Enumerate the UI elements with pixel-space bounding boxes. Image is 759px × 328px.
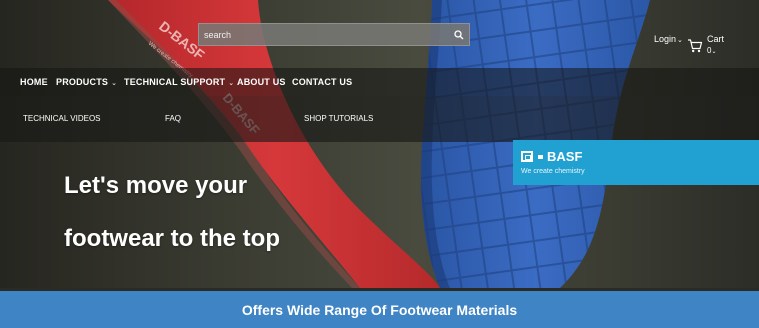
basf-dash — [538, 155, 543, 159]
cart-button[interactable]: Cart 0⌄ — [687, 33, 737, 59]
nav-contact-us[interactable]: CONTACT US — [292, 77, 352, 87]
nav-label: ABOUT US — [237, 77, 286, 87]
brand-name: BASF — [547, 149, 583, 164]
nav-label: TECHNICAL SUPPORT — [124, 77, 226, 87]
search-input[interactable] — [199, 24, 447, 45]
nav-label: CONTACT US — [292, 77, 353, 87]
nav-label: PRODUCTS — [56, 77, 109, 87]
hero-headline-line2: footwear to the top — [64, 225, 280, 252]
subnav-technical-videos[interactable]: TECHNICAL VIDEOS — [23, 114, 101, 123]
brand-tagline: We create chemistry — [521, 168, 585, 175]
hero-headline-line1: Let's move your — [64, 172, 248, 199]
basf-mark-icon — [521, 151, 533, 162]
cart-label: Cart — [707, 34, 725, 44]
search-icon[interactable] — [453, 28, 465, 40]
sub-nav: TECHNICAL VIDEOS FAQ SHOP TUTORIALS — [0, 96, 759, 142]
search-bar[interactable] — [198, 23, 470, 46]
login-link[interactable]: Login⌄ — [654, 34, 683, 44]
main-nav: HOME PRODUCTS ⌄ TECHNICAL SUPPORT ⌄ ABOUT … — [0, 68, 759, 96]
nav-label: HOME — [20, 77, 48, 87]
band-heading: Offers Wide Range Of Footwear Materials — [241, 302, 518, 318]
brand-badge[interactable]: BASF We create chemistry — [513, 140, 759, 185]
chevron-down-icon: ⌄ — [711, 49, 717, 55]
login-label: Login — [654, 34, 677, 44]
subnav-shop-tutorials[interactable]: SHOP TUTORIALS — [304, 114, 373, 123]
nav-home[interactable]: HOME — [20, 77, 48, 87]
nav-products[interactable]: PRODUCTS ⌄ — [56, 77, 117, 87]
feature-band: Offers Wide Range Of Footwear Materials — [0, 291, 759, 328]
chevron-down-icon: ⌄ — [111, 80, 118, 87]
cart-icon — [688, 39, 703, 53]
chevron-down-icon: ⌄ — [677, 37, 683, 44]
cart-count: 0⌄ — [707, 46, 716, 55]
subnav-faq[interactable]: FAQ — [165, 114, 181, 123]
chevron-down-icon: ⌄ — [228, 80, 235, 87]
nav-about-us[interactable]: ABOUT US — [237, 77, 286, 87]
nav-technical-support[interactable]: TECHNICAL SUPPORT ⌄ — [124, 77, 234, 87]
